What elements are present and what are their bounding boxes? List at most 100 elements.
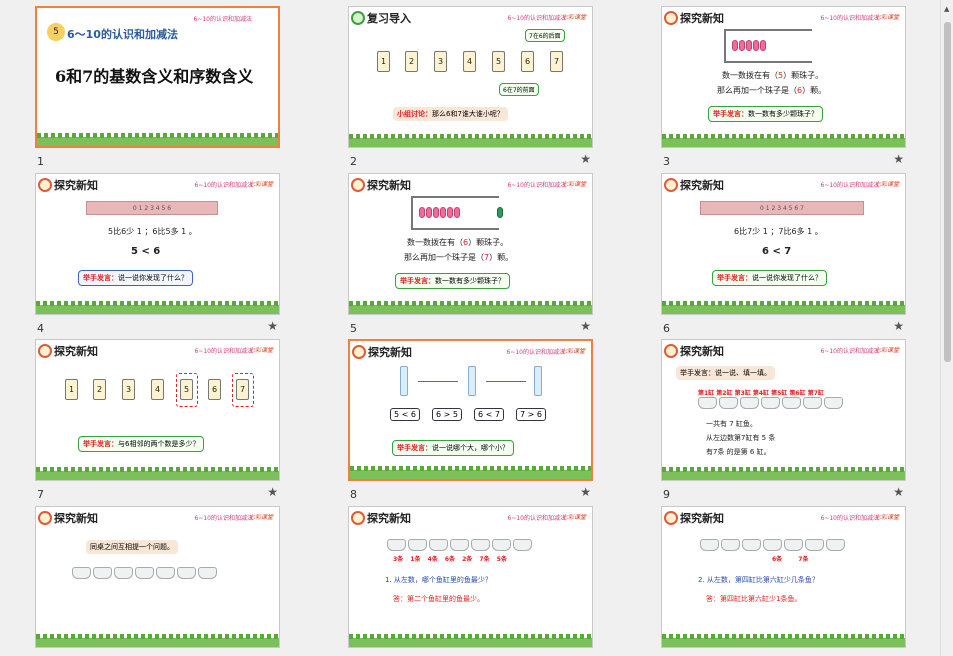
slide-preview[interactable]: 探究新知 6~10的认识和加减法 七彩课堂 同桌之间互相提一个问题。 [35, 506, 280, 648]
header-logo-icon [351, 178, 365, 192]
course-tag: 6~10的认识和加减法 [194, 348, 253, 355]
number-card: 5 [492, 51, 505, 72]
question-line-2: 那么再加一个珠子是（6）颗。 [717, 86, 827, 95]
lesson-subtitle: 6～10的认识和加减法 [67, 28, 178, 41]
slide-thumb-11[interactable]: 探究新知 6~10的认识和加减法 七彩课堂 3条 1条 4条 6条 2条 7条 … [348, 506, 593, 656]
vertical-scrollbar[interactable]: ▲ [940, 0, 953, 656]
brand-logo: 七彩课堂 [874, 14, 899, 21]
header-title: 探究新知 [368, 346, 412, 359]
slide-preview[interactable]: 探究新知 6~10的认识和加减法 七彩课堂 6条 7条 2. 从左数，第四缸比第… [661, 506, 906, 648]
slide-thumb-12[interactable]: 探究新知 6~10的认识和加减法 七彩课堂 6条 7条 2. 从左数，第四缸比第… [661, 506, 906, 656]
fish-counts: 3条 1条 4条 6条 2条 7条 5条 [393, 556, 507, 563]
speak-prompt: 举手发言：说一说你发现了什么？ [78, 270, 193, 286]
slide-preview[interactable]: 探究新知 6~10的认识和加减法 七彩课堂 5 < 6 6 > 5 6 < 7 … [348, 339, 593, 481]
tank-labels: 第1缸 第2缸 第3缸 第4缸 第5缸 第6缸 第7缸 [698, 390, 824, 397]
slide-number: 9 [663, 488, 670, 501]
slide-thumb-5[interactable]: 探究新知 6~10的认识和加减法 七彩课堂 数一数拨在有（6）颗珠子。 那么再加… [348, 173, 593, 335]
star-icon[interactable]: ★ [893, 319, 904, 333]
slide-header: 探究新知 [664, 343, 724, 359]
scroll-up-icon[interactable]: ▲ [944, 5, 949, 13]
slide-header: 探究新知 [664, 177, 724, 193]
star-icon[interactable]: ★ [580, 152, 591, 166]
header-title: 探究新知 [680, 179, 724, 192]
speak-prompt: 举手发言：说一说、填一填。 [676, 366, 775, 380]
compare-expression: 6 < 7 [762, 246, 792, 257]
slide-header: 探究新知 [351, 177, 411, 193]
slide-number: 1 [37, 155, 44, 168]
lesson-title: 6和7的基数含义和序数含义 [55, 67, 254, 86]
number-card: 4 [463, 51, 476, 72]
grass-decoration [662, 134, 905, 147]
number-card: 6 [208, 379, 221, 400]
compare-expression: 5 < 6 [131, 246, 161, 257]
star-icon[interactable]: ★ [893, 485, 904, 499]
slide-preview[interactable]: 探究新知 6~10的认识和加减法 七彩课堂 举手发言：说一说、填一填。 第1缸 … [661, 339, 906, 481]
question-text: 1. 从左数，哪个鱼缸里的鱼最少？ [385, 576, 492, 584]
header-logo-icon [664, 178, 678, 192]
star-icon[interactable]: ★ [580, 319, 591, 333]
course-tag: 6~10的认识和加减法 [506, 349, 565, 356]
slide-preview[interactable]: 探究新知 6~10的认识和加减法 七彩课堂 1 2 3 4 5 6 7 举手发言… [35, 339, 280, 481]
slide-grid: 5 6～10的认识和加减法 6和7的基数含义和序数含义 6~10的认识和加减法 … [0, 0, 940, 656]
compare-box: 6 < 7 [474, 408, 504, 421]
speak-prompt: 举手发言：数一数有多少颗珠子？ [708, 106, 823, 122]
course-tag: 6~10的认识和加减法 [507, 182, 566, 189]
course-tag: 6~10的认识和加减法 [194, 182, 253, 189]
grass-decoration [662, 634, 905, 647]
grass-decoration [350, 466, 591, 479]
slide-thumb-10[interactable]: 探究新知 6~10的认识和加减法 七彩课堂 同桌之间互相提一个问题。 10 [35, 506, 280, 656]
slide-thumb-3[interactable]: 探究新知 6~10的认识和加减法 七彩课堂 数一数拨在有（5）颗珠子。 那么再加… [661, 6, 906, 168]
number-card: 4 [151, 379, 164, 400]
number-card: 3 [122, 379, 135, 400]
slide-thumb-9[interactable]: 探究新知 6~10的认识和加减法 七彩课堂 举手发言：说一说、填一填。 第1缸 … [661, 339, 906, 501]
slide-preview[interactable]: 探究新知 6~10的认识和加减法 七彩课堂 0 1 2 3 4 5 6 7 6比… [661, 173, 906, 315]
slide-thumb-8[interactable]: 探究新知 6~10的认识和加减法 七彩课堂 5 < 6 6 > 5 6 < 7 … [348, 339, 593, 501]
slide-number: 5 [350, 322, 357, 335]
slide-number: 2 [350, 155, 357, 168]
star-icon[interactable]: ★ [893, 152, 904, 166]
star-icon[interactable]: ★ [267, 319, 278, 333]
star-icon[interactable]: ★ [580, 485, 591, 499]
slide-header: 探究新知 [38, 343, 98, 359]
grass-decoration [662, 301, 905, 314]
slide-preview[interactable]: 探究新知 6~10的认识和加减法 七彩课堂 0 1 2 3 4 5 6 5比6少… [35, 173, 280, 315]
slide-thumb-2[interactable]: 复习导入 6~10的认识和加减法 七彩课堂 7在6的后面 1 2 3 4 5 6… [348, 6, 593, 168]
discussion-prompt: 小组讨论：那么6和7谁大谁小呢？ [393, 107, 508, 121]
slide-preview[interactable]: 探究新知 6~10的认识和加减法 七彩课堂 数一数拨在有（6）颗珠子。 那么再加… [348, 173, 593, 315]
slide-header: 探究新知 [664, 510, 724, 526]
slide-preview[interactable]: 5 6～10的认识和加减法 6和7的基数含义和序数含义 6~10的认识和加减法 [35, 6, 280, 148]
question-line-1: 数一数拨在有（6）颗珠子。 [407, 238, 509, 247]
scrollbar-thumb[interactable] [944, 22, 951, 362]
number-card: 7 [550, 51, 563, 72]
header-logo-icon [351, 11, 365, 25]
number-card: 6 [521, 51, 534, 72]
speak-prompt: 举手发言：与6相邻的两个数是多少？ [78, 436, 205, 452]
header-title: 探究新知 [367, 512, 411, 525]
header-logo-icon [38, 511, 52, 525]
brand-logo: 七彩课堂 [248, 347, 273, 354]
header-title: 探究新知 [680, 345, 724, 358]
slide-header: 探究新知 [38, 510, 98, 526]
header-logo-icon [664, 511, 678, 525]
slide-preview[interactable]: 探究新知 6~10的认识和加减法 七彩课堂 数一数拨在有（5）颗珠子。 那么再加… [661, 6, 906, 148]
brand-logo: 七彩课堂 [248, 514, 273, 521]
grass-decoration [662, 467, 905, 480]
slide-thumb-1[interactable]: 5 6～10的认识和加减法 6和7的基数含义和序数含义 6~10的认识和加减法 … [35, 6, 280, 168]
question-line-1: 数一数拨在有（5）颗珠子。 [722, 71, 824, 80]
grass-decoration [36, 467, 279, 480]
grass-decoration [349, 301, 592, 314]
star-icon[interactable]: ★ [267, 485, 278, 499]
number-card: 2 [405, 51, 418, 72]
slide-header: 复习导入 [351, 10, 411, 26]
slide-thumb-4[interactable]: 探究新知 6~10的认识和加减法 七彩课堂 0 1 2 3 4 5 6 5比6少… [35, 173, 280, 335]
dot-column [400, 366, 408, 396]
slide-preview[interactable]: 探究新知 6~10的认识和加减法 七彩课堂 3条 1条 4条 6条 2条 7条 … [348, 506, 593, 648]
slide-preview[interactable]: 复习导入 6~10的认识和加减法 七彩课堂 7在6的后面 1 2 3 4 5 6… [348, 6, 593, 148]
slide-thumb-7[interactable]: 探究新知 6~10的认识和加减法 七彩课堂 1 2 3 4 5 6 7 举手发言… [35, 339, 280, 501]
slide-thumb-6[interactable]: 探究新知 6~10的认识和加减法 七彩课堂 0 1 2 3 4 5 6 7 6比… [661, 173, 906, 335]
course-tag: 6~10的认识和加减法 [820, 348, 879, 355]
abacus-bead-green [497, 207, 504, 218]
fish-tanks [700, 539, 847, 551]
slide-number: 7 [37, 488, 44, 501]
slide-header: 探究新知 [352, 344, 412, 360]
